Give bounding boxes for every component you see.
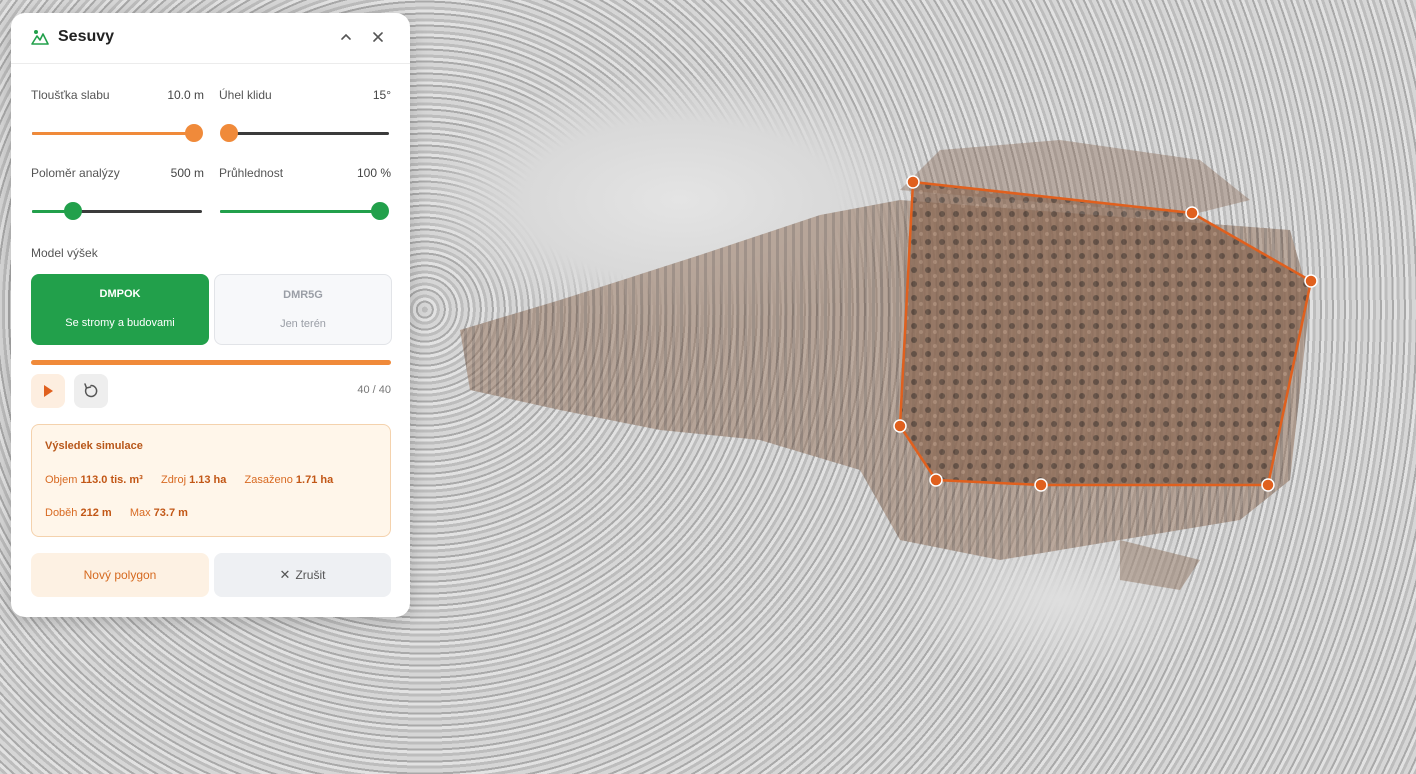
model-description: Se stromy a budovami <box>65 317 175 329</box>
volume-label: Objem <box>45 474 78 486</box>
source-value: 1.13 ha <box>189 474 227 486</box>
affected-value: 1.71 ha <box>295 474 334 486</box>
rest-angle-slider[interactable] <box>220 124 389 142</box>
slider-thumb[interactable] <box>63 202 82 220</box>
result-row-2: Doběh 212 m Max 73.7 m <box>45 507 188 519</box>
panel-title: Sesuvy <box>58 28 115 45</box>
close-icon: ✕ <box>279 567 291 582</box>
reset-icon <box>84 383 98 398</box>
analysis-radius-label: Poloměr analýzy <box>31 166 120 180</box>
frame-counter: 40 / 40 <box>357 384 391 396</box>
slab-thickness-label: Tloušťka slabu <box>31 88 110 102</box>
slab-thickness-slider[interactable] <box>32 124 203 142</box>
cancel-button[interactable]: ✕ Zrušit <box>214 553 391 597</box>
polygon-vertex <box>906 175 920 189</box>
rest-angle-value: 15° <box>372 88 391 102</box>
analysis-radius-slider[interactable] <box>32 202 202 220</box>
polygon-vertex <box>1185 206 1199 220</box>
max-label: Max <box>129 507 151 519</box>
analysis-radius-value: 500 m <box>170 166 204 180</box>
simulation-progress-bar <box>31 360 391 365</box>
new-polygon-button[interactable]: Nový polygon <box>31 553 209 597</box>
model-section-label: Model výšek <box>31 246 98 260</box>
slab-thickness-value: 10.0 m <box>167 88 204 102</box>
result-row-1: Objem 113.0 tis. m³ Zdroj 1.13 ha Zasaže… <box>45 474 333 486</box>
model-description: Jen terén <box>280 318 326 330</box>
result-title: Výsledek simulace <box>45 440 143 452</box>
model-option-dmpok[interactable]: DMPOK Se stromy a budovami <box>31 274 209 345</box>
play-button[interactable] <box>31 374 65 408</box>
slider-thumb[interactable] <box>220 124 238 142</box>
runout-value: 212 m <box>80 507 112 519</box>
source-label: Zdroj <box>160 474 187 486</box>
model-option-dmr5g[interactable]: DMR5G Jen terén <box>214 274 392 345</box>
polygon-vertex <box>1261 478 1275 492</box>
opacity-label: Průhlednost <box>219 166 284 180</box>
slider-thumb[interactable] <box>185 124 203 142</box>
polygon-vertex <box>893 419 907 433</box>
slider-thumb[interactable] <box>371 202 389 220</box>
model-name: DMPOK <box>99 288 141 300</box>
simulation-result-box: Výsledek simulace Objem 113.0 tis. m³ Zd… <box>31 424 391 537</box>
max-value: 73.7 m <box>153 507 188 519</box>
play-icon <box>44 385 53 397</box>
polygon-vertex <box>1304 274 1318 288</box>
landslide-icon <box>31 30 49 45</box>
runout-label: Doběh <box>45 507 78 519</box>
model-name: DMR5G <box>283 289 323 301</box>
reset-button[interactable] <box>74 374 108 408</box>
landslide-panel: Sesuvy Tloušťka slabu 10.0 m Úhel klidu … <box>11 13 410 617</box>
chevron-up-icon[interactable] <box>337 28 355 46</box>
close-icon[interactable] <box>369 28 387 46</box>
opacity-slider[interactable] <box>220 202 389 220</box>
polygon-vertex <box>1034 478 1048 492</box>
volume-value: 113.0 tis. m³ <box>80 474 143 486</box>
opacity-value: 100 % <box>356 166 391 180</box>
cancel-label: Zrušit <box>295 568 326 582</box>
polygon-vertex <box>929 473 943 487</box>
panel-header: Sesuvy <box>11 13 410 64</box>
rest-angle-label: Úhel klidu <box>219 88 272 102</box>
affected-label: Zasaženo <box>244 474 293 486</box>
